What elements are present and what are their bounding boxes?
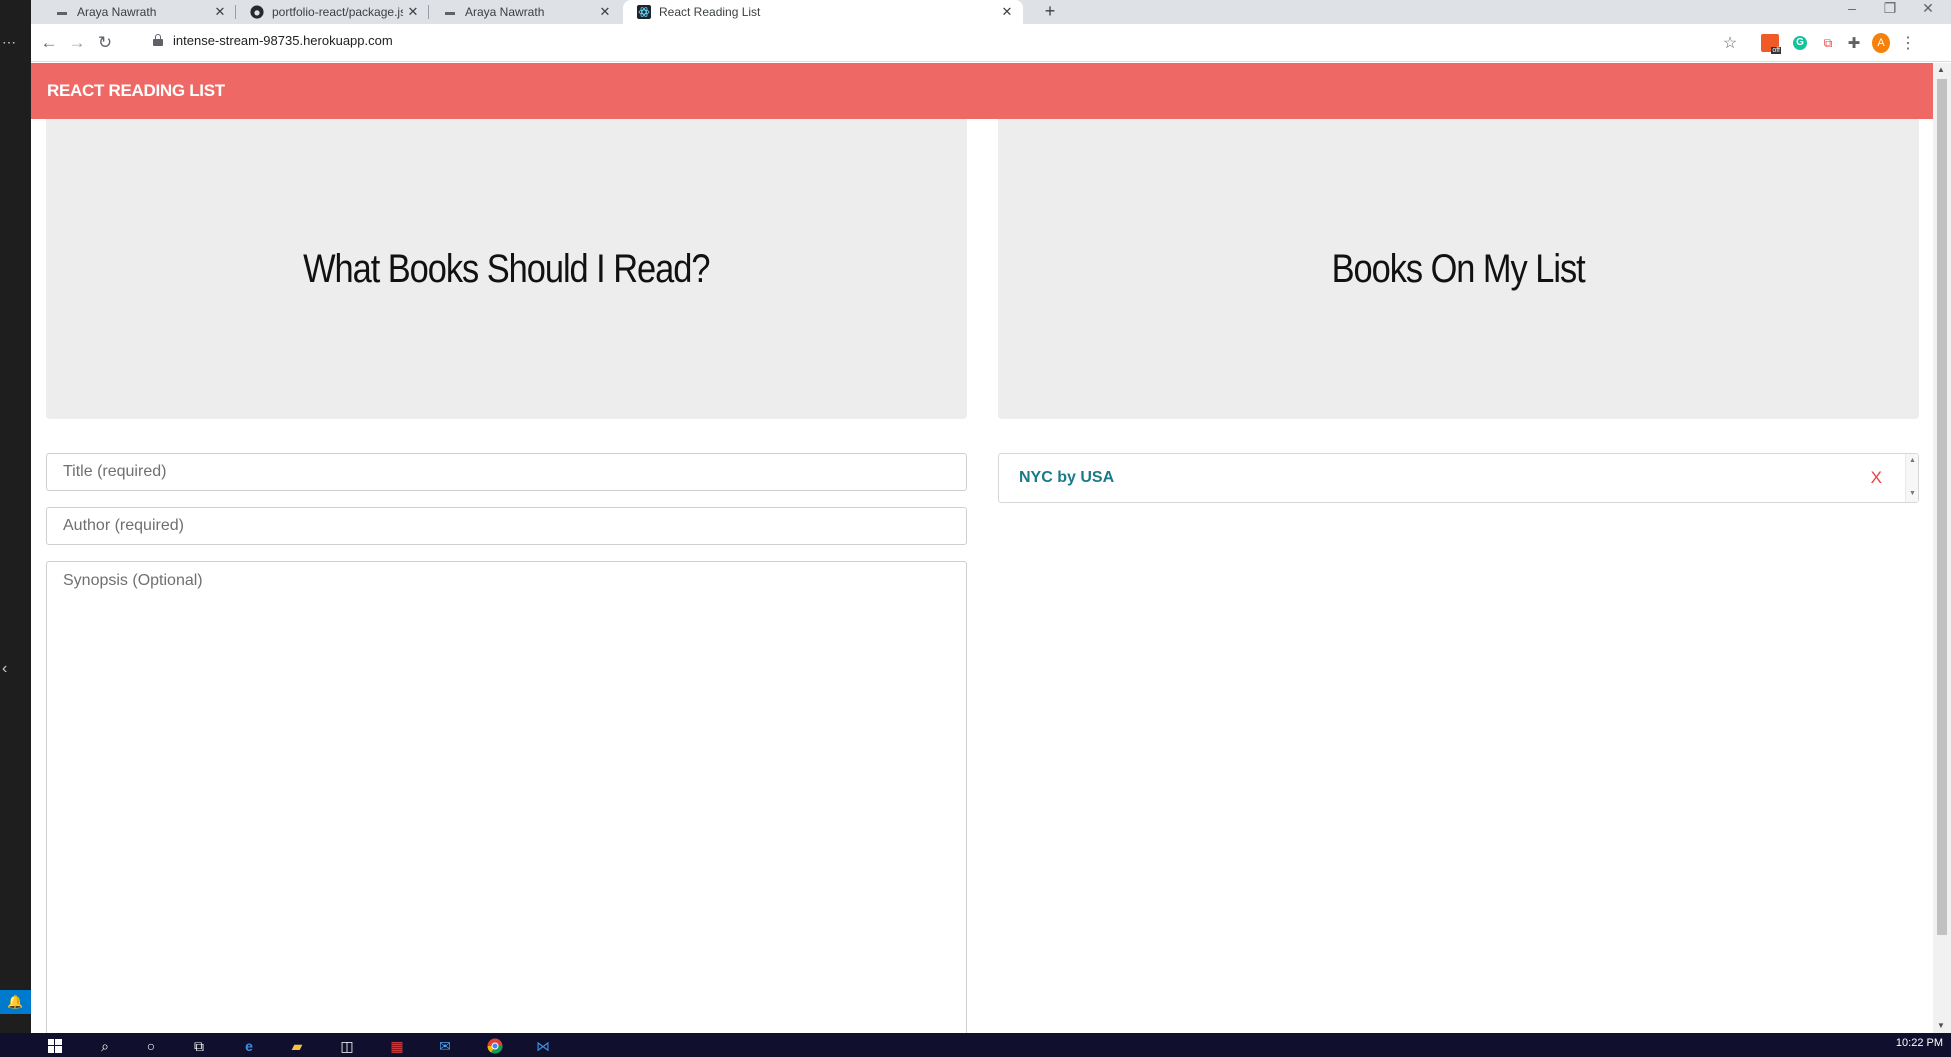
chrome-icon[interactable] xyxy=(484,1037,506,1055)
tab-title: Araya Nawrath xyxy=(77,5,157,19)
scrollbar-thumb[interactable] xyxy=(1937,79,1947,935)
left-jumbotron: What Books Should I Read? xyxy=(46,119,967,419)
tab-title: portfolio-react/package.json at m xyxy=(272,5,403,19)
grammarly-icon[interactable]: G xyxy=(1791,34,1809,52)
extension-badge: off xyxy=(1771,47,1781,54)
address-bar[interactable]: intense-stream-98735.herokuapp.com xyxy=(173,33,393,48)
browser-toolbar: ← → ↻ intense-stream-98735.herokuapp.com… xyxy=(31,24,1951,62)
edge-icon[interactable]: e xyxy=(238,1037,260,1055)
list-scrollbar[interactable]: ▲ ▼ xyxy=(1905,454,1918,502)
close-tab-icon[interactable]: ✕ xyxy=(403,4,423,20)
search-icon[interactable]: ⌕ xyxy=(94,1037,116,1055)
store-icon[interactable]: ◫ xyxy=(336,1037,358,1055)
windows-taskbar: ⌕ ○ ⧉ e ▰ ◫ ▦ ✉ ⋈ 10:22 PM xyxy=(0,1033,1951,1057)
new-tab-button[interactable]: + xyxy=(1039,0,1061,24)
reload-button[interactable]: ↻ xyxy=(93,32,117,54)
browser-tab-strip: ▬ Araya Nawrath ✕ portfolio-react/packag… xyxy=(31,0,1951,24)
title-input[interactable]: Title (required) xyxy=(46,453,967,491)
chrome-menu-icon[interactable]: ⋮ xyxy=(1899,34,1917,52)
close-tab-icon[interactable]: ✕ xyxy=(595,4,615,20)
right-heading: Books On My List xyxy=(1331,246,1586,291)
browser-tab-3[interactable]: ▬ Araya Nawrath ✕ xyxy=(429,0,621,24)
translate-extension-icon[interactable]: ⧉ xyxy=(1819,34,1837,52)
scroll-down-arrow-icon[interactable]: ▼ xyxy=(1909,490,1916,497)
page-viewport: React Reading List What Books Should I R… xyxy=(31,63,1951,1033)
lock-icon[interactable] xyxy=(153,34,163,47)
app-brand[interactable]: React Reading List xyxy=(47,81,225,101)
book-item-link[interactable]: NYC by USA xyxy=(1019,469,1114,487)
bookmark-star-icon[interactable]: ☆ xyxy=(1721,34,1739,52)
windows-start-icon[interactable] xyxy=(44,1037,66,1055)
background-window: ⋯ ‹ 🔔 xyxy=(0,0,31,1033)
site-icon: ▬ xyxy=(445,6,455,18)
scroll-up-arrow-icon[interactable]: ▲ xyxy=(1937,65,1945,74)
close-window-button[interactable]: ✕ xyxy=(1905,0,1951,24)
github-icon xyxy=(250,5,264,19)
taskbar-clock[interactable]: 10:22 PM xyxy=(1896,1037,1943,1049)
browser-tab-2[interactable]: portfolio-react/package.json at m ✕ xyxy=(236,0,429,24)
vscode-icon[interactable]: ⋈ xyxy=(532,1037,554,1055)
file-explorer-icon[interactable]: ▰ xyxy=(286,1037,308,1055)
extensions-puzzle-icon[interactable]: ✚ xyxy=(1845,34,1863,52)
forward-button[interactable]: → xyxy=(65,32,89,54)
delete-book-button[interactable]: X xyxy=(1871,468,1882,488)
notification-bell-icon[interactable]: 🔔 xyxy=(0,990,31,1014)
site-icon: ▬ xyxy=(57,6,67,18)
react-icon xyxy=(637,5,651,19)
extension-off-icon[interactable]: off xyxy=(1761,34,1781,54)
profile-avatar[interactable]: A xyxy=(1872,33,1890,53)
gift-app-icon[interactable]: ▦ xyxy=(386,1037,408,1055)
chevron-left-icon: ‹ xyxy=(2,660,8,677)
app-navbar: React Reading List xyxy=(31,63,1933,119)
scroll-up-arrow-icon[interactable]: ▲ xyxy=(1909,457,1916,464)
mail-icon[interactable]: ✉ xyxy=(434,1037,456,1055)
more-icon: ⋯ xyxy=(2,34,16,50)
browser-tab-1[interactable]: ▬ Araya Nawrath ✕ xyxy=(41,0,236,24)
page-scrollbar[interactable]: ▲ ▼ xyxy=(1933,63,1951,1033)
close-tab-icon[interactable]: ✕ xyxy=(210,4,230,20)
task-view-icon[interactable]: ⧉ xyxy=(188,1037,210,1055)
book-list: NYC by USA X ▲ ▼ xyxy=(998,453,1919,503)
cortana-icon[interactable]: ○ xyxy=(140,1037,162,1055)
tab-title: React Reading List xyxy=(659,5,761,19)
tab-title: Araya Nawrath xyxy=(465,5,545,19)
scroll-down-arrow-icon[interactable]: ▼ xyxy=(1937,1021,1945,1030)
close-tab-icon[interactable]: ✕ xyxy=(997,4,1017,20)
left-heading: What Books Should I Read? xyxy=(303,246,710,291)
back-button[interactable]: ← xyxy=(37,32,61,54)
author-input[interactable]: Author (required) xyxy=(46,507,967,545)
browser-tab-active[interactable]: React Reading List ✕ xyxy=(623,0,1023,24)
synopsis-textarea[interactable]: Synopsis (Optional) xyxy=(46,561,967,1033)
right-jumbotron: Books On My List xyxy=(998,119,1919,419)
